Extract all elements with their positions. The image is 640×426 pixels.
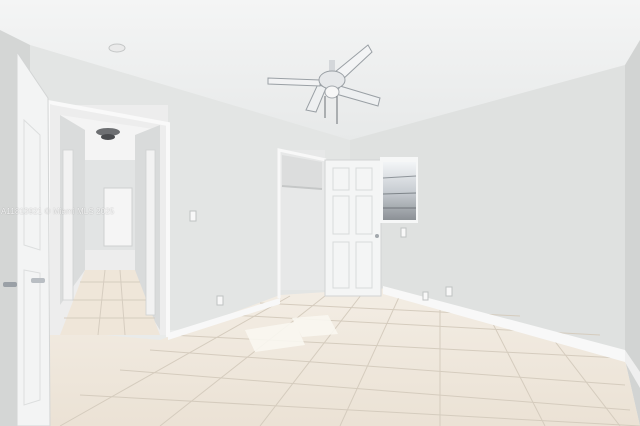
- light-switch[interactable]: [189, 210, 197, 222]
- wall-switch-right[interactable]: [400, 227, 407, 238]
- window: [380, 157, 418, 223]
- closet-door[interactable]: [324, 159, 382, 297]
- wall-outlet-right: [445, 286, 453, 297]
- photo-watermark: A11813921 © Miami MLS 2025: [1, 207, 115, 216]
- smoke-detector-icon: [108, 43, 126, 53]
- room-photo: A11813921 © Miami MLS 2025: [0, 0, 640, 426]
- closet: [277, 148, 327, 298]
- left-open-door: [16, 50, 51, 426]
- wall-outlet-corner: [422, 291, 429, 301]
- wall-outlet-left: [216, 295, 224, 306]
